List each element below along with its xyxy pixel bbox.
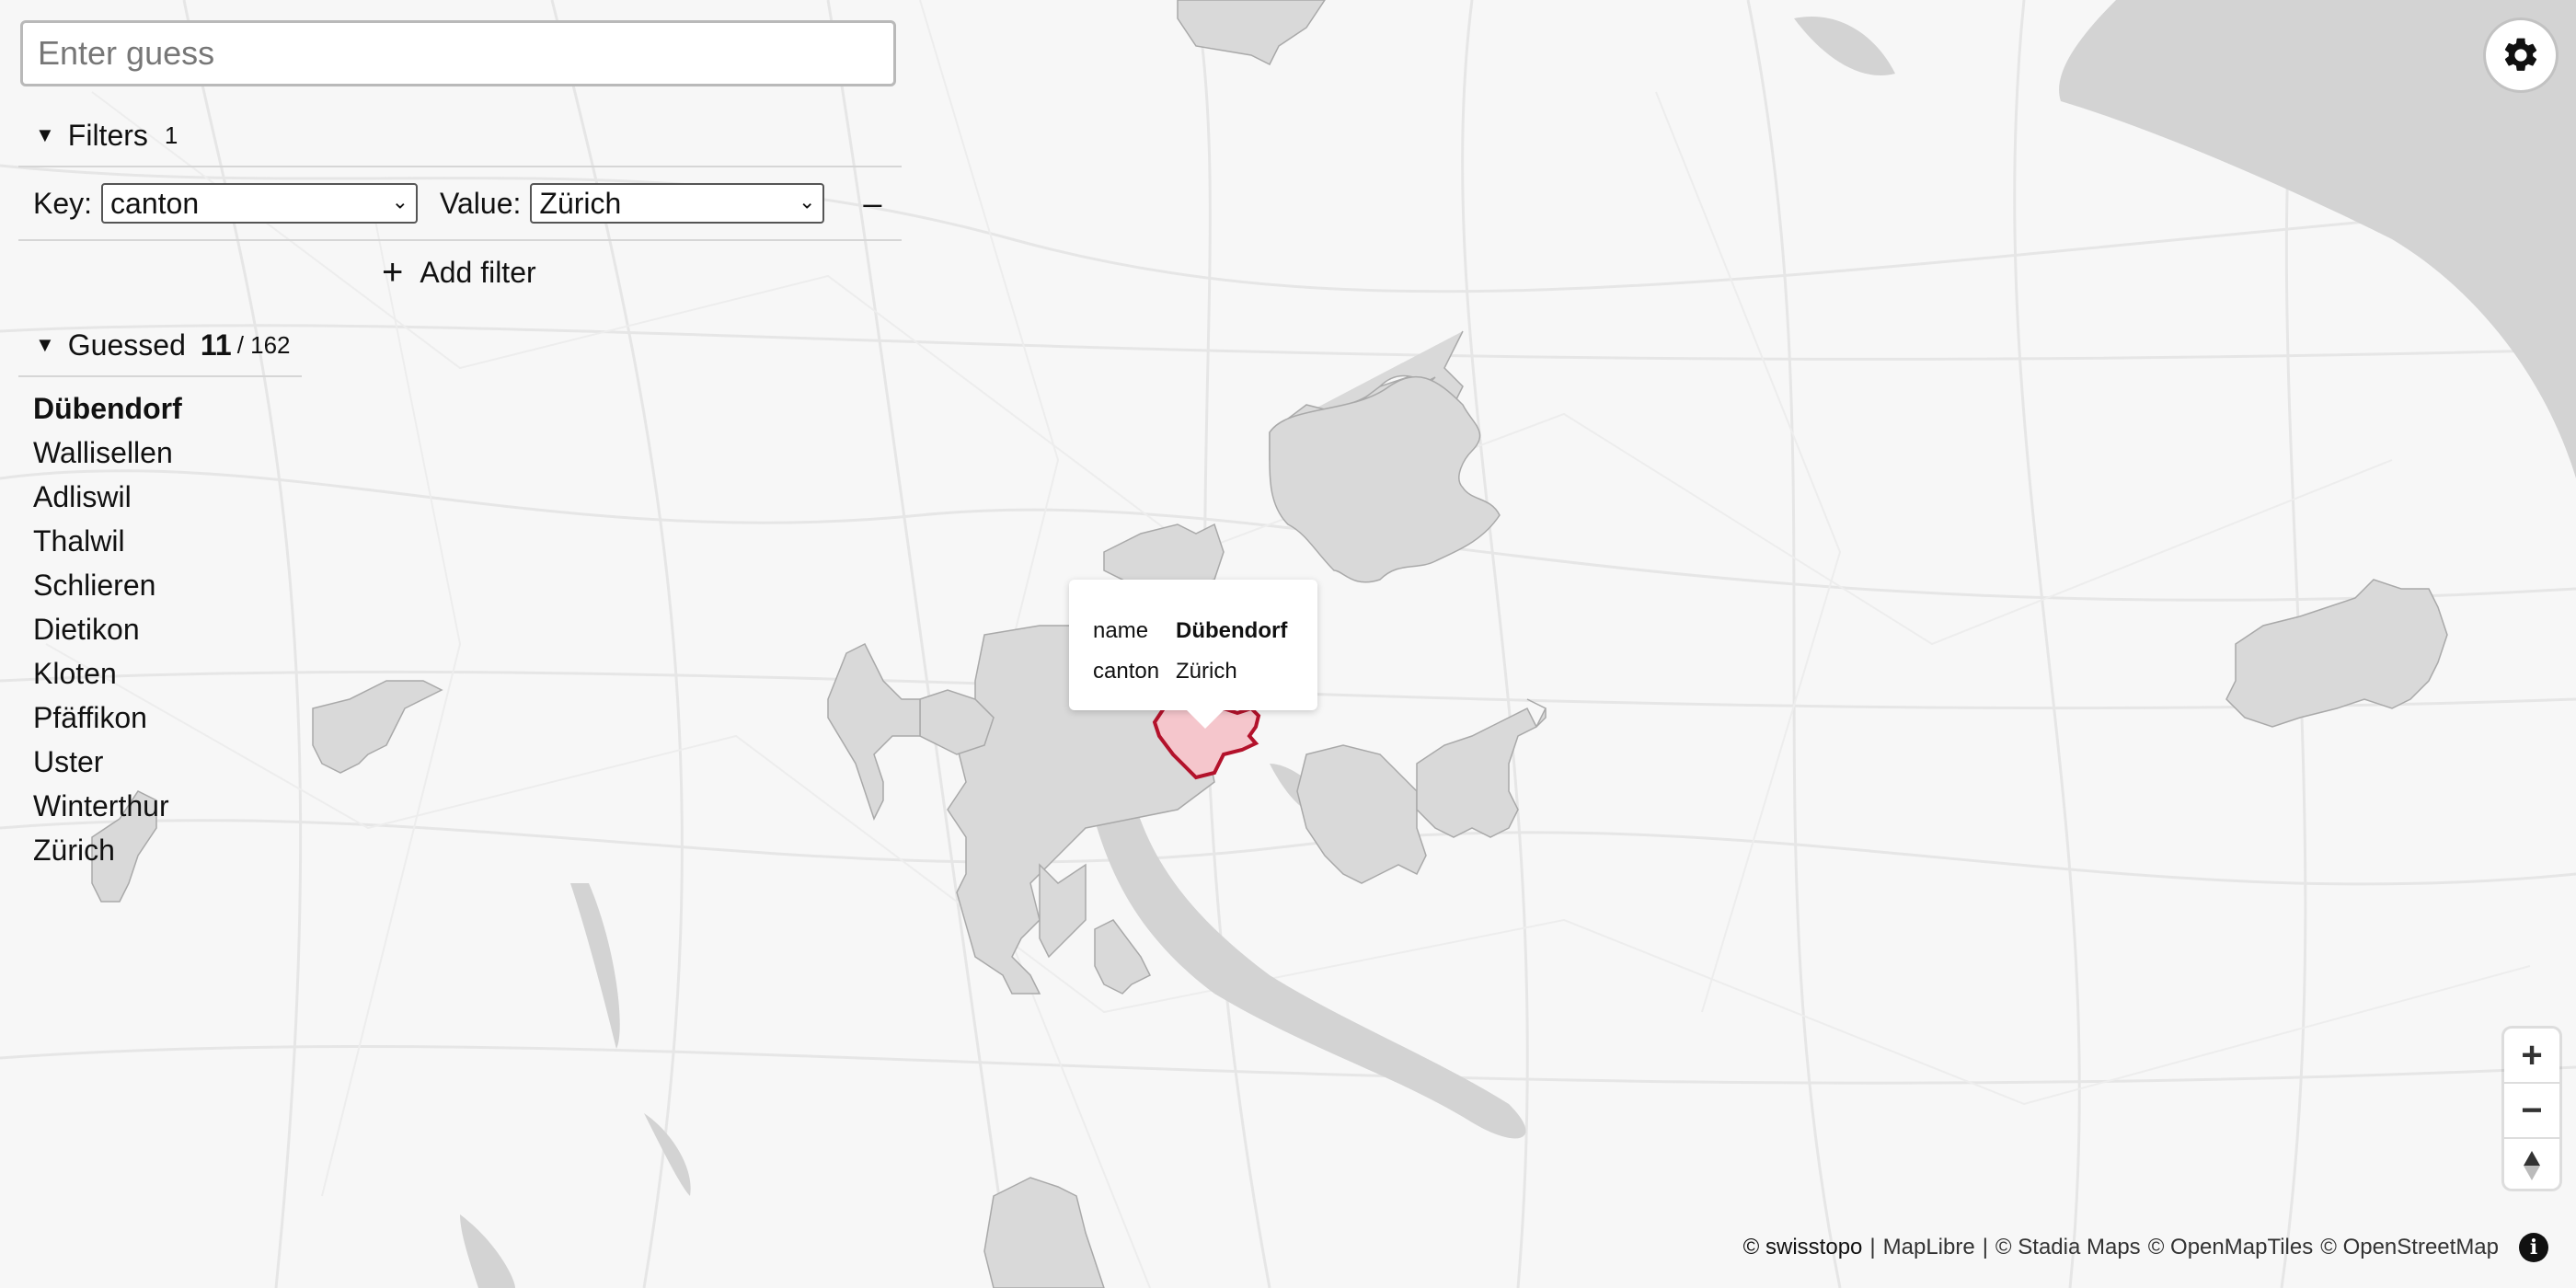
attribution-separator: | (1869, 1235, 1876, 1259)
attribution-openmaptiles-link[interactable]: © OpenMapTiles (2148, 1235, 2314, 1260)
list-item[interactable]: Schlieren (33, 563, 182, 607)
list-item[interactable]: Kloten (33, 651, 182, 696)
attribution-swisstopo: © swisstopo (1742, 1235, 1863, 1259)
disclosure-triangle-icon: ▼ (35, 123, 55, 146)
add-filter-button[interactable]: + Add filter (382, 250, 536, 294)
popup-name-value: Dübendorf (1176, 618, 1288, 643)
guessed-label: Guessed (67, 328, 186, 362)
map-attribution: © swisstopo | MapLibre | © Stadia Maps ©… (1743, 1229, 2548, 1266)
list-item[interactable]: Dübendorf (33, 386, 182, 431)
attribution-stadia-link[interactable]: © Stadia Maps (1995, 1235, 2141, 1260)
list-item[interactable]: Zürich (33, 828, 182, 872)
plus-icon: + (2521, 1034, 2543, 1075)
key-select[interactable]: canton ⌄ (101, 183, 419, 224)
filter-row: Key: canton ⌄ Value: Zürich ⌄ – (18, 167, 902, 241)
zoom-in-button[interactable]: + (2504, 1029, 2559, 1082)
zoom-controls: + − (2504, 1029, 2559, 1189)
filters-count: 1 (164, 121, 178, 149)
guess-input[interactable] (20, 20, 896, 86)
popup-name-key: name (1093, 618, 1149, 643)
filters-toggle[interactable]: ▼ Filters 1 (18, 105, 902, 167)
key-label: Key: (33, 186, 93, 220)
value-select[interactable]: Zürich ⌄ (530, 183, 825, 224)
compass-icon (2524, 1151, 2540, 1180)
list-item[interactable]: Thalwil (33, 519, 182, 563)
value-label: Value: (440, 186, 522, 220)
chevron-down-icon: ⌄ (391, 190, 409, 213)
value-select-value: Zürich (539, 186, 622, 220)
list-item[interactable]: Wallisellen (33, 431, 182, 475)
list-item[interactable]: Uster (33, 740, 182, 784)
add-filter-label: Add filter (420, 255, 536, 289)
popup-canton-value: Zürich (1176, 659, 1237, 684)
disclosure-triangle-icon: ▼ (35, 333, 55, 356)
guessed-list: Dübendorf Wallisellen Adliswil Thalwil S… (33, 386, 182, 872)
key-select-value: canton (110, 186, 200, 220)
plus-icon: + (382, 252, 404, 293)
chevron-down-icon: ⌄ (798, 190, 816, 213)
list-item[interactable]: Adliswil (33, 475, 182, 519)
settings-button[interactable] (2486, 20, 2556, 90)
gear-icon (2504, 38, 2537, 71)
list-item[interactable]: Winterthur (33, 784, 182, 828)
remove-filter-button[interactable]: – (856, 184, 889, 222)
list-item[interactable]: Pfäffikon (33, 696, 182, 740)
info-icon[interactable]: i (2519, 1233, 2548, 1262)
attribution-separator: | (1982, 1235, 1988, 1259)
feature-popup: name Dübendorf canton Zürich (1069, 580, 1317, 729)
popup-canton-key: canton (1093, 659, 1160, 684)
guessed-toggle[interactable]: ▼ Guessed 11 / 162 (18, 315, 302, 377)
zoom-out-button[interactable]: − (2504, 1082, 2559, 1137)
guessed-total: / 162 (236, 330, 291, 359)
attribution-osm-link[interactable]: © OpenStreetMap (2320, 1235, 2499, 1260)
guessed-count: 11 (200, 328, 232, 362)
list-item[interactable]: Dietikon (33, 607, 182, 651)
minus-icon: – (863, 184, 882, 222)
minus-icon: − (2521, 1089, 2543, 1131)
filters-label: Filters (67, 118, 148, 152)
attribution-maplibre-link[interactable]: MapLibre (1883, 1235, 1975, 1260)
reset-bearing-button[interactable] (2504, 1137, 2559, 1192)
